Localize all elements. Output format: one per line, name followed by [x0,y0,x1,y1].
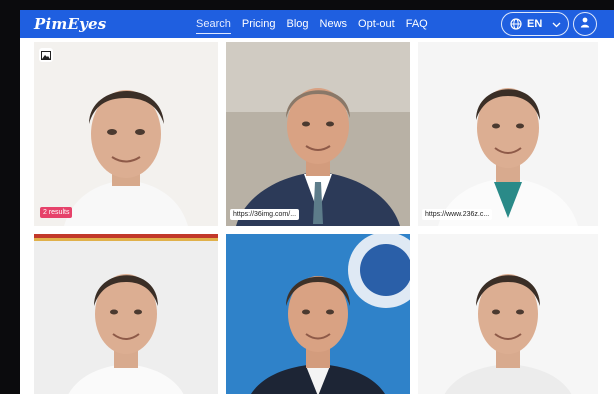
result-photo [418,234,598,394]
result-photo [34,234,218,394]
nav-link-faq[interactable]: FAQ [406,18,428,30]
result-card[interactable]: https://www.236z.c... [418,42,598,226]
result-photo [418,42,598,226]
browser-viewport: PimEyes Search Pricing Blog News Opt-out… [20,10,614,394]
source-url-label[interactable]: https://36img.com/... [230,209,300,220]
result-card[interactable]: https://36img.com/... [226,42,410,226]
user-account-button[interactable] [573,12,597,36]
result-card[interactable] [226,234,410,394]
nav-link-search[interactable]: Search [196,18,231,34]
nav-link-pricing[interactable]: Pricing [242,18,276,30]
globe-icon [510,18,522,30]
result-card[interactable] [418,234,598,394]
main-menu: Search Pricing Blog News Opt-out FAQ [196,10,428,38]
result-card[interactable]: 2 results [34,42,218,226]
language-selector[interactable]: EN [501,12,569,36]
result-photo [226,234,410,394]
pimeyes-logo[interactable]: PimEyes [34,15,106,33]
nav-link-blog[interactable]: Blog [286,18,308,30]
result-photo [226,42,410,226]
language-code: EN [527,18,543,30]
result-photo [34,42,218,226]
nav-link-news[interactable]: News [320,18,348,30]
chevron-down-icon [552,20,561,29]
user-icon [580,15,590,33]
nav-link-opt-out[interactable]: Opt-out [358,18,395,30]
image-icon [39,48,53,62]
source-url-label[interactable]: https://www.236z.c... [422,209,493,220]
top-navigation-bar: PimEyes Search Pricing Blog News Opt-out… [20,10,614,38]
results-count-badge: 2 results [40,207,73,218]
result-card[interactable] [34,234,218,394]
